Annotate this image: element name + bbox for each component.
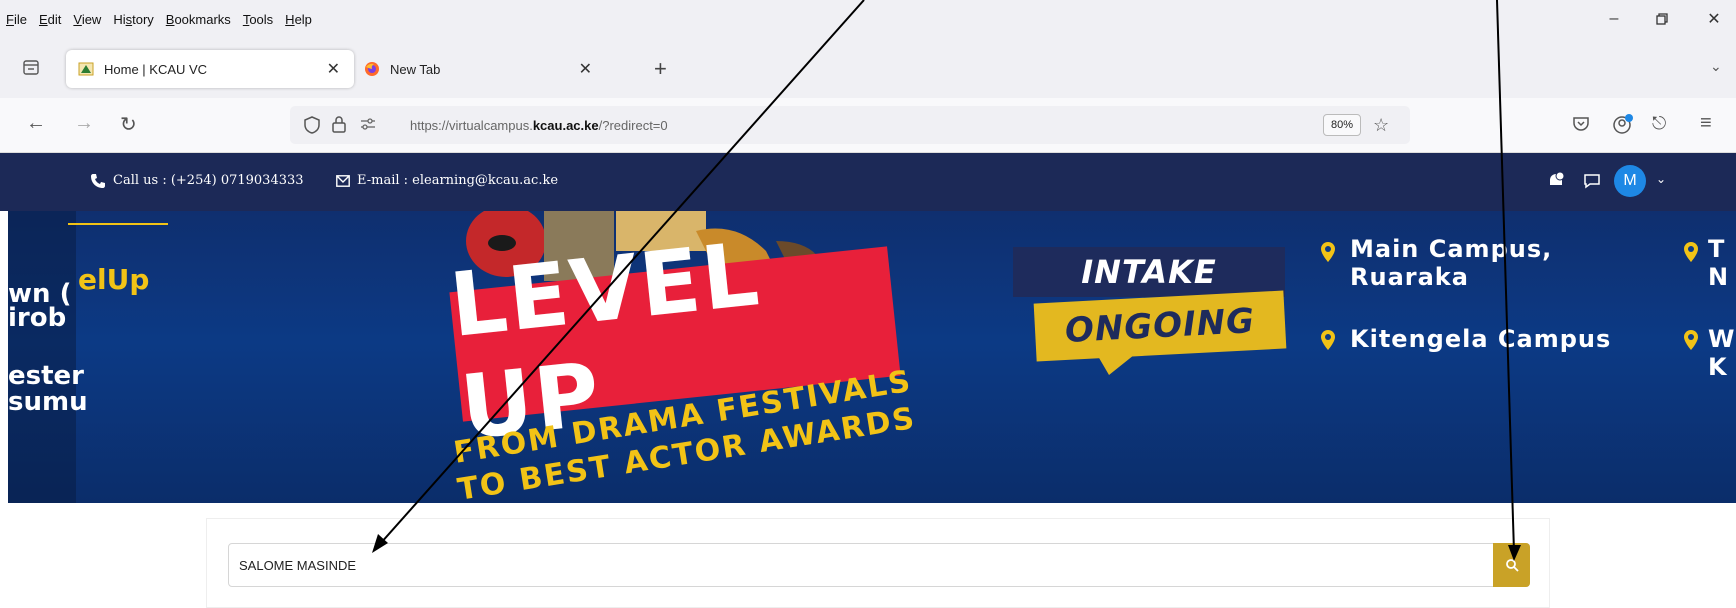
menu-view[interactable]: View [73, 12, 101, 27]
menu-tools[interactable]: Tools [243, 12, 273, 27]
close-window-icon[interactable]: ✕ [1692, 0, 1736, 38]
campus-main-location: Ruaraka [1350, 263, 1469, 291]
speech-bubble-tail [1095, 351, 1139, 375]
email-text: E-mail : elearning@kcau.ac.ke [357, 173, 559, 188]
firefox-icon [364, 61, 380, 77]
location-pin-icon [1684, 242, 1698, 262]
slide-divider [68, 211, 168, 225]
menu-help[interactable]: Help [285, 12, 312, 27]
search-button[interactable] [1493, 543, 1530, 587]
menu-bar: File Edit View History Bookmarks Tools H… [0, 0, 1736, 38]
previous-slide-strip [8, 211, 76, 503]
tab-bar: Home | KCAU VC ✕ New Tab ✕ + ⌄ [0, 38, 1736, 98]
zoom-level[interactable]: 80% [1323, 114, 1362, 136]
levelup-hashtag: elUp [78, 263, 150, 296]
menu-bookmarks[interactable]: Bookmarks [166, 12, 231, 27]
tab-label: Home | KCAU VC [104, 61, 208, 77]
menu-edit[interactable]: Edit [39, 12, 61, 27]
tab-new-tab[interactable]: New Tab ✕ [352, 50, 632, 88]
hamburger-menu-icon[interactable]: ≡ [1700, 112, 1712, 135]
forward-icon[interactable]: → [74, 112, 94, 135]
back-icon[interactable]: ← [26, 112, 46, 135]
url-text[interactable]: https://virtualcampus.kcau.ac.ke/?redire… [410, 118, 668, 133]
campus-truncated: T [1708, 235, 1726, 263]
shield-icon[interactable] [304, 116, 320, 139]
reload-icon[interactable]: ↻ [120, 112, 137, 137]
close-tab-icon[interactable]: ✕ [327, 59, 340, 79]
bookmark-star-icon[interactable]: ☆ [1373, 115, 1389, 136]
list-tabs-icon[interactable]: ⌄ [1710, 58, 1722, 75]
search-input[interactable] [228, 543, 1530, 587]
pocket-icon[interactable] [1572, 115, 1590, 138]
search-icon [1505, 559, 1519, 572]
notifications-icon[interactable] [1546, 171, 1566, 195]
call-us-text: Call us : (+254) 0719034333 [113, 173, 304, 188]
campus-kitengela: Kitengela Campus [1350, 325, 1612, 353]
phone-icon [90, 173, 106, 193]
intake-label: INTAKE [1013, 247, 1285, 297]
ongoing-label: ONGOING [1033, 290, 1287, 362]
restore-icon[interactable] [1640, 0, 1684, 38]
campus-main: Main Campus, [1350, 235, 1553, 263]
tab-label: New Tab [390, 61, 441, 77]
lock-icon[interactable] [332, 115, 346, 138]
location-pin-icon [1321, 330, 1335, 350]
chevron-down-icon[interactable]: ⌄ [1656, 172, 1666, 186]
campus-truncated: W [1708, 325, 1736, 353]
navigation-bar: ← → ↻ https://virtualcampus.kcau.ac.ke/?… [0, 98, 1736, 153]
campus-truncated: K [1708, 353, 1728, 381]
location-pin-icon [1321, 242, 1335, 262]
minimize-icon[interactable]: – [1592, 0, 1636, 38]
avatar[interactable]: M [1614, 165, 1646, 197]
messages-icon[interactable] [1583, 173, 1601, 193]
campus-truncated: N [1708, 263, 1730, 291]
site-contact-strip: Call us : (+254) 0719034333 E-mail : ele… [0, 153, 1736, 211]
account-icon[interactable] [1612, 113, 1634, 140]
extensions-icon[interactable]: ⎋ [1652, 113, 1666, 134]
hero-banner[interactable]: wn ( irob ester sumu elUp LEVEL UP FROM … [8, 211, 1736, 503]
envelope-icon [336, 175, 350, 191]
prev-slide-text: irob [8, 303, 67, 333]
kcau-favicon [78, 61, 94, 77]
prev-slide-text: sumu [8, 387, 88, 417]
new-tab-icon[interactable]: + [654, 56, 667, 82]
url-bar[interactable]: https://virtualcampus.kcau.ac.ke/?redire… [290, 106, 1410, 144]
close-tab-icon[interactable]: ✕ [579, 59, 592, 79]
location-pin-icon [1684, 330, 1698, 350]
tab-manager-icon[interactable] [22, 58, 40, 81]
permissions-icon[interactable] [360, 117, 376, 136]
menu-file[interactable]: File [6, 12, 27, 27]
tab-home-kcau[interactable]: Home | KCAU VC ✕ [66, 50, 354, 88]
menu-history[interactable]: History [113, 12, 153, 27]
